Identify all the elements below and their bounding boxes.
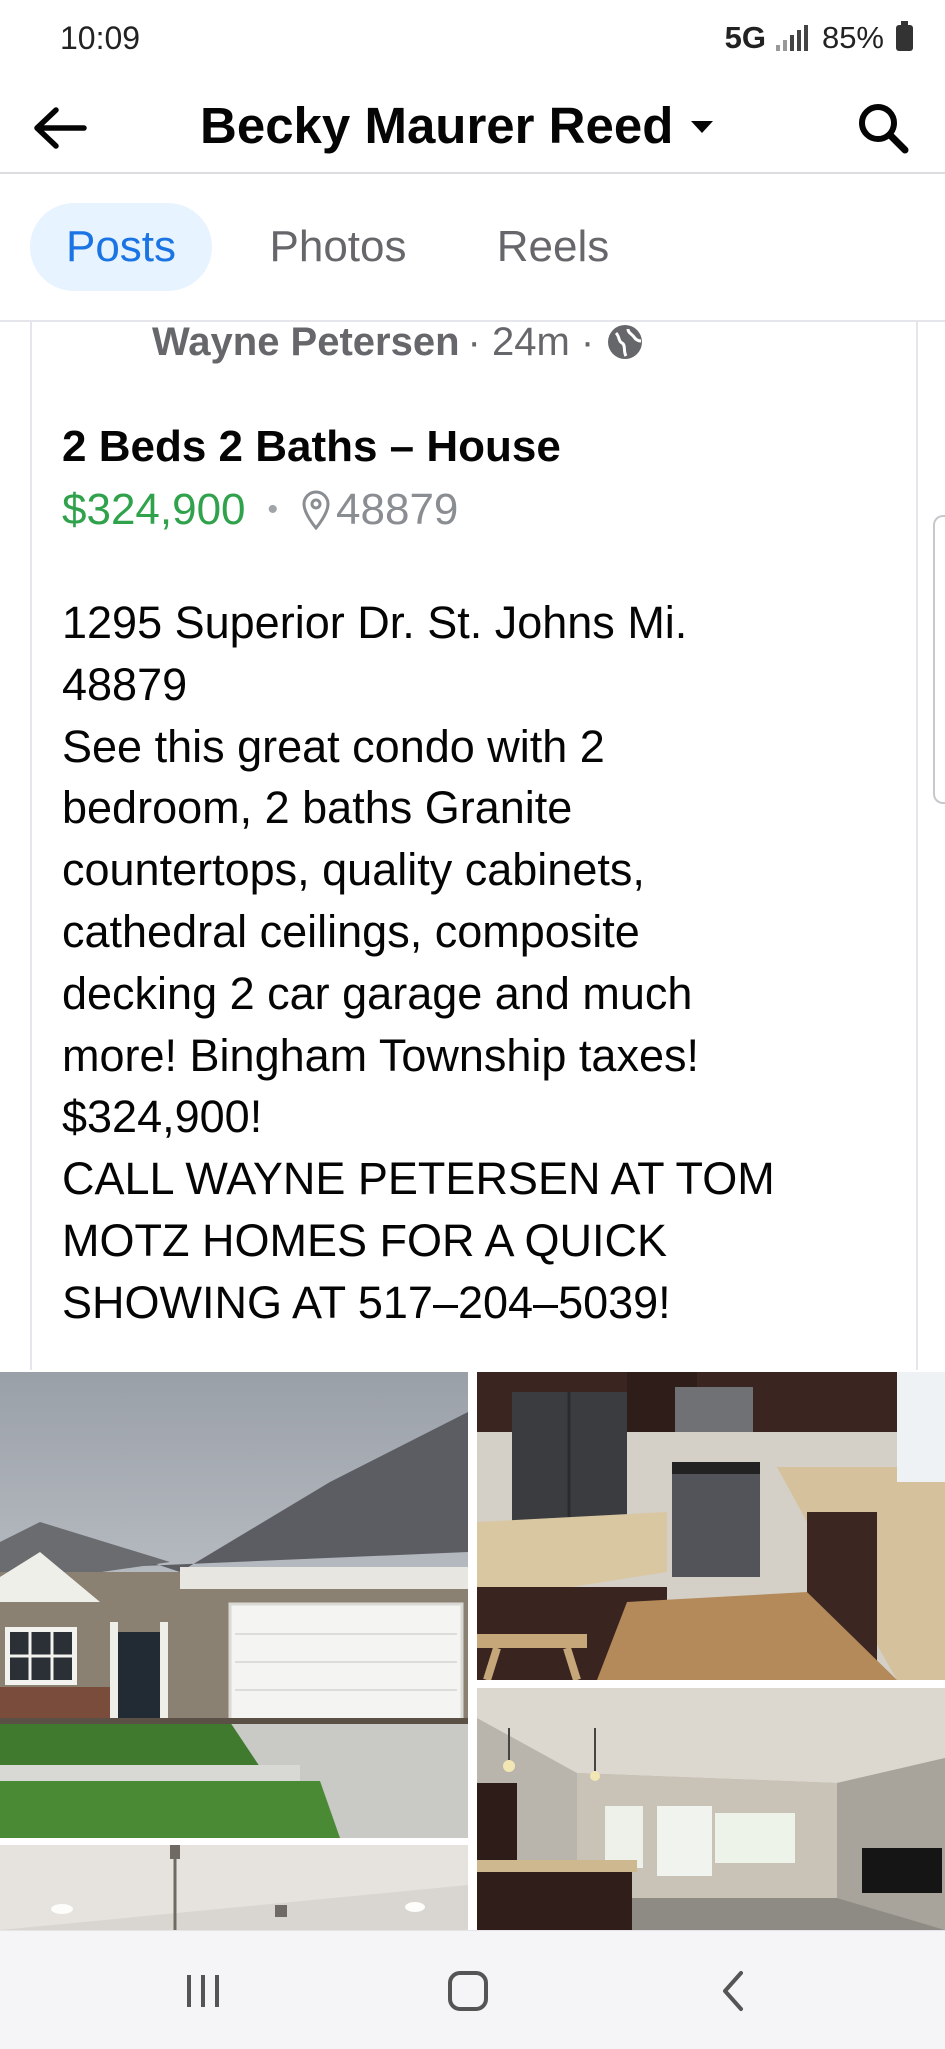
author-name[interactable]: Wayne Petersen <box>152 320 460 365</box>
description-line: countertops, quality cabinets, <box>62 844 645 896</box>
tab-posts[interactable]: Posts <box>30 203 212 291</box>
photo-grid <box>0 1372 945 1930</box>
page-title: Becky Maurer Reed <box>200 96 674 154</box>
listing-zip: 48879 <box>336 485 459 534</box>
status-time: 10:09 <box>60 20 141 56</box>
ceiling-photo[interactable] <box>0 1845 468 1930</box>
home-icon <box>448 1971 488 2011</box>
side-scroll-handle[interactable] <box>933 515 945 804</box>
description-line: CALL WAYNE PETERSEN AT TOM <box>62 1153 775 1205</box>
post-card: Wayne Petersen · 24m · 2 Beds 2 Baths – … <box>30 320 918 1370</box>
recent-apps-button[interactable] <box>163 1961 243 2021</box>
post-time[interactable]: · 24m · <box>468 320 595 365</box>
listing-title: 2 Beds 2 Baths – House <box>62 422 561 471</box>
description-line: SHOWING AT 517–204–5039! <box>62 1276 671 1328</box>
tab-reels[interactable]: Reels <box>470 203 636 291</box>
location-pin-icon <box>302 490 330 531</box>
status-indicators: 5G 85% <box>725 20 913 56</box>
separator-dot: • <box>267 493 279 526</box>
signal-icon <box>775 25 808 51</box>
house-exterior-photo[interactable] <box>0 1372 468 1838</box>
system-back-button[interactable] <box>692 1961 772 2021</box>
globe-icon <box>608 325 643 359</box>
listing-price: $324,900 <box>62 485 246 534</box>
description-line: bedroom, 2 baths Granite <box>62 782 573 834</box>
description-line: decking 2 car garage and much <box>62 967 693 1019</box>
arrow-left-icon <box>34 107 87 149</box>
description-line: $324,900! <box>62 1091 263 1143</box>
post-description: 1295 Superior Dr. St. Johns Mi. 48879 Se… <box>62 592 892 1334</box>
post-header: Wayne Petersen · 24m · <box>152 320 644 365</box>
caret-down-icon <box>691 121 714 133</box>
search-icon <box>859 104 909 154</box>
home-button[interactable] <box>428 1961 508 2021</box>
description-line: MOTZ HOMES FOR A QUICK <box>62 1214 668 1266</box>
recent-apps-icon <box>187 1975 219 2007</box>
chevron-left-icon <box>723 1971 743 2011</box>
back-button[interactable] <box>28 96 92 160</box>
profile-name-dropdown[interactable]: Becky Maurer Reed <box>200 90 714 160</box>
network-type: 5G <box>724 20 766 55</box>
profile-tabs: Posts Photos Reels <box>0 174 945 322</box>
kitchen-photo[interactable] <box>477 1372 945 1680</box>
system-nav-bar <box>0 1930 945 2049</box>
tab-posts-label: Posts <box>65 222 177 271</box>
description-line: cathedral ceilings, composite <box>62 905 640 957</box>
tab-photos[interactable]: Photos <box>240 203 436 291</box>
description-line: more! Bingham Township taxes! <box>62 1029 699 1081</box>
tab-reels-label: Reels <box>496 222 610 271</box>
description-line: 48879 <box>62 658 188 710</box>
tab-photos-label: Photos <box>269 222 407 271</box>
listing-meta: $324,900 • 48879 <box>62 480 458 540</box>
description-line: See this great condo with 2 <box>62 720 605 772</box>
search-button[interactable] <box>849 94 917 162</box>
app-header: Becky Maurer Reed <box>0 80 945 174</box>
living-room-photo[interactable] <box>477 1688 945 1930</box>
description-line: 1295 Superior Dr. St. Johns Mi. <box>62 597 688 648</box>
battery-percent: 85% <box>821 20 884 55</box>
status-bar: 10:09 5G 85% <box>0 0 945 80</box>
battery-icon <box>896 21 913 51</box>
